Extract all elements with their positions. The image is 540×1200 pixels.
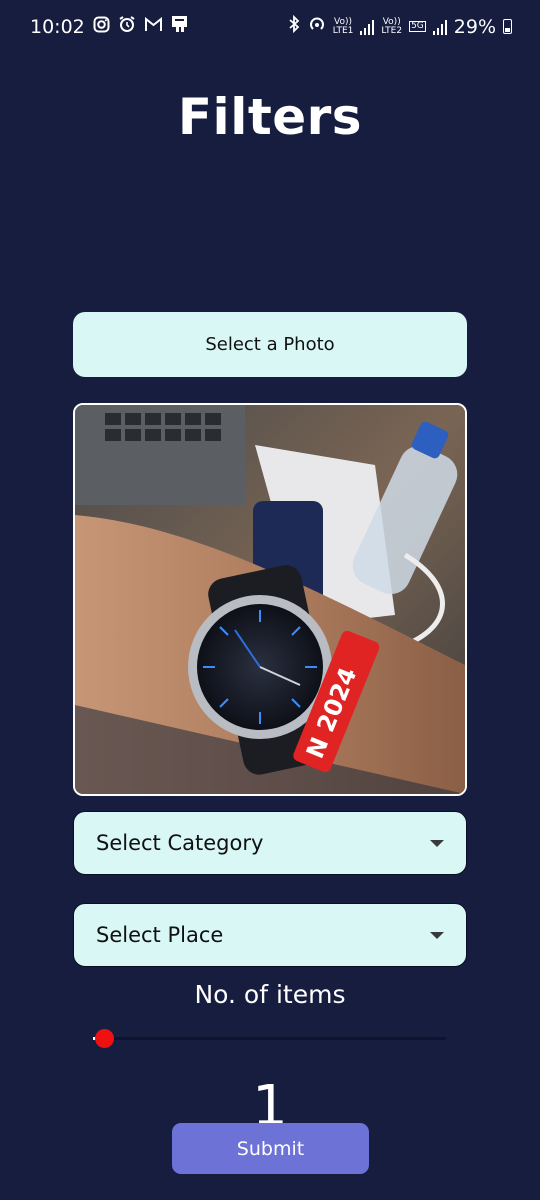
items-slider-thumb[interactable]: [94, 1029, 114, 1048]
bluetooth-icon: [287, 14, 301, 38]
battery-percent: 29%: [453, 15, 496, 38]
hotspot-icon: [308, 15, 326, 38]
items-slider-track[interactable]: [96, 1037, 446, 1040]
sim1-label: Vo)) LTE1: [332, 17, 354, 36]
instagram-icon: [93, 16, 110, 38]
signal-icon: [360, 19, 375, 35]
caret-down-icon: [430, 931, 444, 939]
sim1-bottom: LTE1: [332, 25, 354, 36]
submit-label: Submit: [236, 1137, 305, 1160]
network-type: 5G: [409, 21, 426, 32]
photo-image: N 2024: [75, 405, 465, 794]
sim2-label: Vo)) LTE2: [381, 17, 403, 36]
sim2-bottom: LTE2: [381, 25, 403, 36]
alarm-icon: [118, 15, 136, 38]
place-dropdown-label: Select Place: [96, 923, 224, 947]
battery-icon: [503, 19, 512, 34]
page-title: Filters: [177, 88, 363, 146]
status-time: 10:02: [30, 15, 85, 38]
submit-button[interactable]: Submit: [172, 1123, 369, 1174]
place-dropdown[interactable]: Select Place: [73, 903, 467, 967]
gmail-icon: [144, 16, 163, 37]
status-left: 10:02: [30, 15, 188, 38]
caret-down-icon: [430, 839, 444, 847]
select-photo-label: Select a Photo: [205, 334, 335, 355]
category-dropdown[interactable]: Select Category: [73, 811, 467, 875]
category-dropdown-label: Select Category: [96, 831, 264, 855]
status-right: Vo)) LTE1 Vo)) LTE2 5G 29%: [287, 14, 512, 38]
signal-icon-2: [432, 19, 447, 35]
select-photo-button[interactable]: Select a Photo: [73, 312, 467, 377]
items-label: No. of items: [194, 980, 346, 1009]
status-bar: 10:02 Vo)) LTE1 Vo)) LTE2 5G 29%: [0, 0, 540, 56]
notification-icon: [171, 15, 188, 38]
photo-preview: N 2024: [73, 403, 467, 796]
